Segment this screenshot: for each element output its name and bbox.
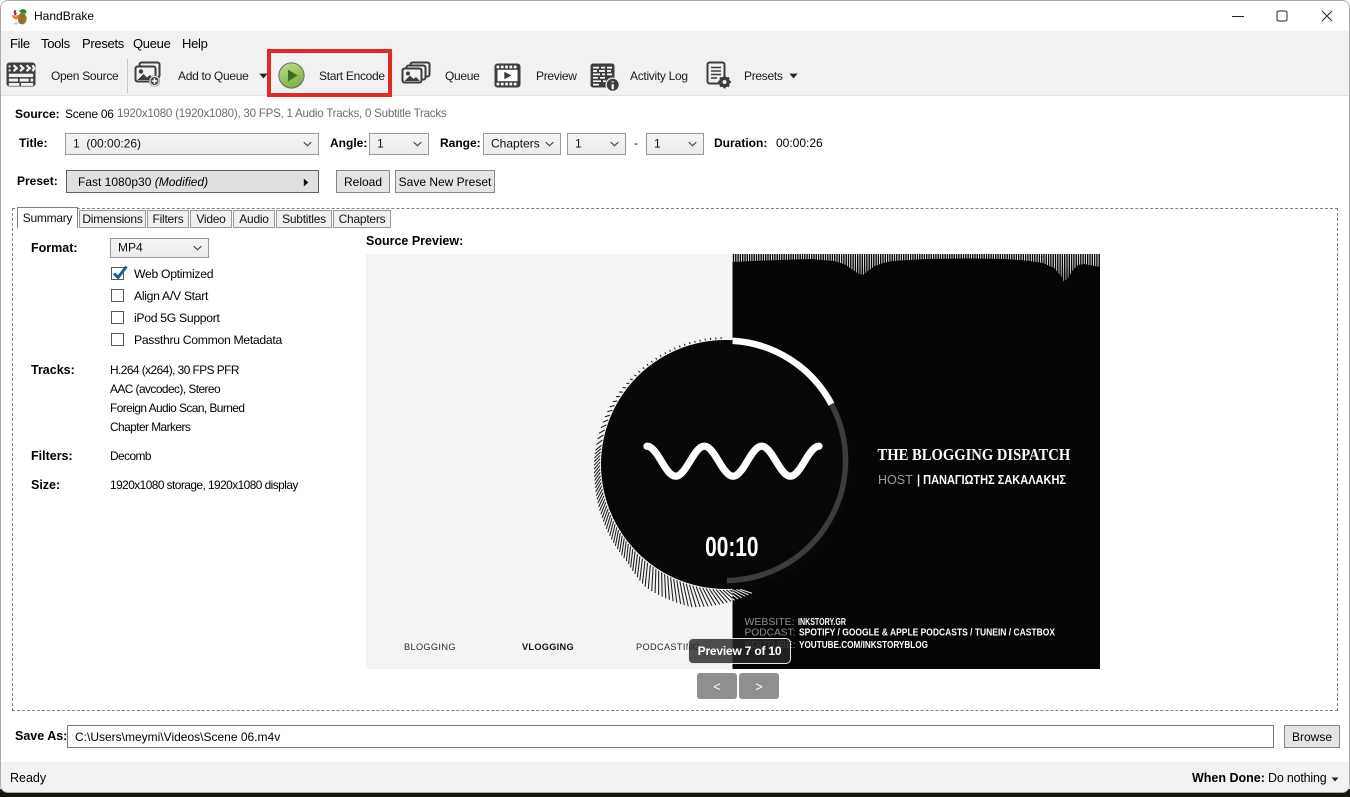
svg-text:WEBSITE:: WEBSITE: [745,617,795,628]
svg-text:YOUTUBE.COM/INKSTORYBLOG: YOUTUBE.COM/INKSTORYBLOG [799,640,928,651]
svg-text:THE BLOGGING DISPATCH: THE BLOGGING DISPATCH [878,446,1071,464]
svg-text:PODCAST:: PODCAST: [745,628,796,639]
svg-text:INKSTORY.GR: INKSTORY.GR [798,617,847,628]
svg-text:BLOGGING: BLOGGING [404,642,456,652]
svg-text:VLOGGING: VLOGGING [522,642,574,652]
svg-text:| ΠΑΝΑΓΙΩΤΗΣ ΣΑΚΑΛΑΚΗΣ: | ΠΑΝΑΓΙΩΤΗΣ ΣΑΚΑΛΑΚΗΣ [917,473,1066,487]
svg-text:HOST: HOST [878,473,913,487]
svg-text:SPOTIFY / GOOGLE & APPLE PODCA: SPOTIFY / GOOGLE & APPLE PODCASTS / TUNE… [799,628,1055,639]
svg-text:00:10: 00:10 [705,532,758,563]
